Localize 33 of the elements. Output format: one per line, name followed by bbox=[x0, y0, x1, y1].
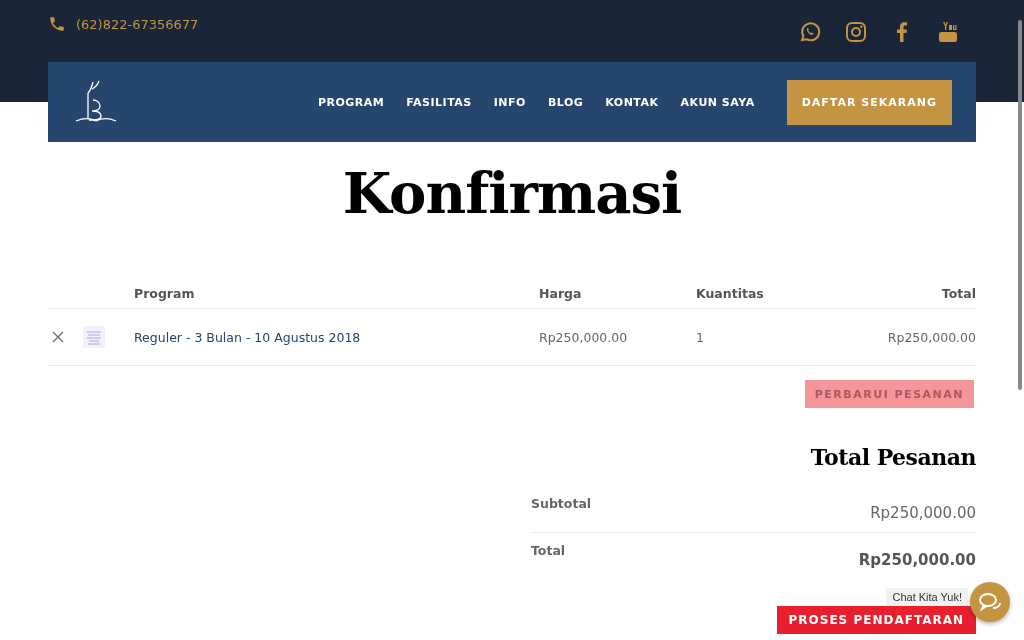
nav-link[interactable]: KONTAK bbox=[605, 95, 659, 109]
checkout-button[interactable]: PROSES PENDAFTARAN bbox=[776, 606, 976, 634]
chat-button[interactable] bbox=[970, 582, 1010, 622]
nav-link[interactable]: BLOG bbox=[547, 95, 584, 109]
nav-link[interactable]: INFO bbox=[493, 95, 526, 109]
nav-link[interactable]: PROGRAM bbox=[317, 95, 385, 109]
column-header: Harga bbox=[539, 285, 583, 301]
phone-icon bbox=[48, 15, 66, 33]
whatsapp-icon[interactable] bbox=[798, 20, 822, 44]
column-header: Total bbox=[940, 285, 976, 301]
thumbnail-icon bbox=[82, 325, 106, 349]
totals-label: Total bbox=[531, 543, 566, 560]
totals-value: Rp250,000.00 bbox=[870, 504, 976, 524]
instagram-icon[interactable] bbox=[844, 20, 868, 44]
table-cell-text: Rp250,000.00 bbox=[886, 329, 976, 345]
phone-number[interactable]: (62)822-67356677 bbox=[76, 16, 199, 32]
scrollbar[interactable] bbox=[1018, 20, 1022, 390]
table-cell-text: Rp250,000.00 bbox=[539, 329, 629, 345]
column-header: Program bbox=[134, 285, 196, 301]
nav-link[interactable]: AKUN SAYA bbox=[680, 95, 755, 109]
column-header: Kuantitas bbox=[696, 285, 765, 301]
totals-title: Total Pesanan bbox=[809, 444, 976, 470]
page-title: Konfirmasi bbox=[341, 160, 683, 226]
chat-tooltip: Chat Kita Yuk! bbox=[886, 588, 968, 606]
nav-link[interactable]: FASILITAS bbox=[406, 95, 472, 109]
youtube-icon[interactable] bbox=[936, 20, 960, 44]
program-link[interactable]: Reguler - 3 Bulan - 10 Agustus 2018 bbox=[134, 329, 539, 345]
chat-icon bbox=[978, 591, 1002, 613]
totals-value: Rp250,000.00 bbox=[858, 551, 976, 571]
remove-icon[interactable] bbox=[52, 331, 64, 343]
totals-label: Subtotal bbox=[531, 496, 592, 513]
table-cell-text: 1 bbox=[696, 329, 705, 345]
logo-icon[interactable] bbox=[74, 79, 118, 125]
